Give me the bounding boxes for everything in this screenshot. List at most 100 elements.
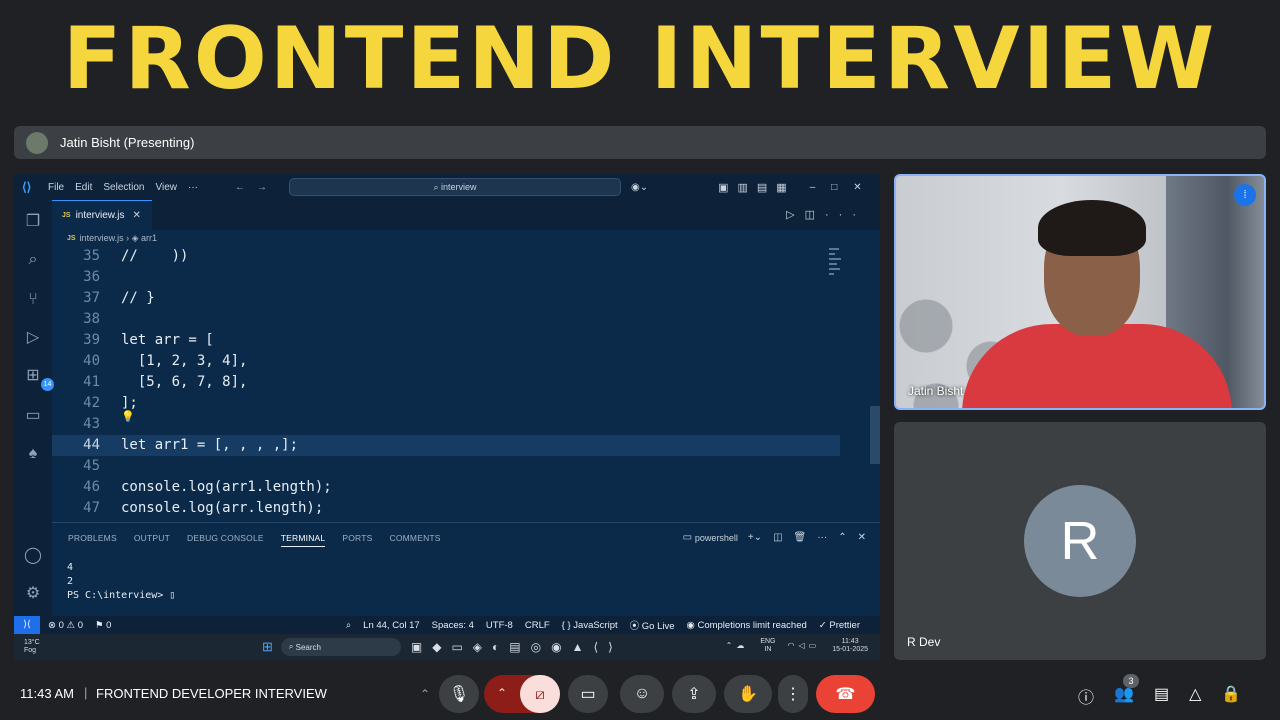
breadcrumb-symbol[interactable]: arr1 — [141, 233, 157, 243]
tab-output[interactable]: OUTPUT — [134, 533, 170, 547]
leaf-icon[interactable]: ♠ — [23, 444, 43, 464]
minimap[interactable] — [829, 248, 843, 308]
explorer-icon[interactable]: ❐ — [23, 212, 43, 232]
menu-edit[interactable]: Edit — [75, 182, 92, 193]
present-button[interactable]: ⇪ — [672, 675, 716, 713]
prettier-status[interactable]: ✓ Prettier — [819, 620, 860, 631]
close-tab-icon[interactable]: ✕ — [132, 210, 140, 221]
tab-interview-js[interactable]: JS interview.js ✕ — [52, 200, 152, 230]
tray-icons[interactable]: ⌃☁ — [726, 642, 749, 650]
lightbulb-icon[interactable]: 💡 — [121, 406, 135, 427]
taskbar-clock[interactable]: 11:43 15-01-2025 — [832, 638, 868, 654]
wifi-volume-battery-icons[interactable]: ◠◁▭ — [787, 642, 820, 650]
activities-icon[interactable]: △ — [1189, 684, 1201, 708]
more-options-button[interactable]: ⋮ — [778, 675, 808, 713]
layout-icons[interactable]: ▣▥▤▦ — [718, 181, 796, 194]
language-indicator[interactable]: ENG IN — [760, 638, 775, 654]
host-controls-icon[interactable]: 🔒 — [1221, 684, 1241, 708]
code-line: 37 // } — [52, 288, 840, 309]
settings-gear-icon[interactable]: ⚙ — [23, 584, 43, 604]
editor-actions[interactable]: ▷◫··· — [786, 208, 866, 221]
captions-button[interactable]: ▭ — [568, 675, 608, 713]
extensions-icon[interactable]: ⊞ 14 — [23, 366, 54, 391]
vscode-titlebar: ⟨⟩ File Edit Selection View ··· ←→ ⌕ int… — [14, 174, 880, 200]
audio-options-chevron-icon[interactable]: ⌃ — [412, 675, 438, 713]
taskbar-app-icons[interactable]: ▣◆▭◈◐▤◎◉▲⟨⟩ — [411, 640, 623, 654]
menu-selection[interactable]: Selection — [103, 182, 144, 193]
meeting-info-icon[interactable]: ⓘ — [1078, 684, 1094, 708]
end-call-button[interactable]: ☎ — [816, 675, 875, 713]
camera-off-button[interactable]: ⧄ — [520, 675, 560, 713]
js-file-icon: JS — [62, 212, 71, 219]
taskbar-search[interactable]: ⌕ Search — [280, 638, 401, 656]
shell-name[interactable]: powershell — [695, 533, 738, 543]
code-line: 43 💡 — [52, 410, 840, 435]
copilot-icon[interactable]: ◉⌄ — [631, 182, 648, 193]
editor-scrollbar[interactable] — [870, 406, 880, 464]
participant-tile-rdev[interactable]: R R Dev — [894, 422, 1266, 660]
tab-terminal[interactable]: TERMINAL — [280, 533, 326, 547]
language-mode[interactable]: { } JavaScript — [562, 620, 618, 631]
breadcrumb-file[interactable]: interview.js — [80, 233, 124, 243]
code-line: 36 — [52, 267, 840, 288]
more-icon[interactable]: ··· — [817, 532, 827, 543]
tab-debug-console[interactable]: DEBUG CONSOLE — [187, 533, 264, 547]
chat-icon[interactable]: ▤ — [1154, 684, 1169, 708]
close-panel-icon[interactable]: ✕ — [858, 532, 866, 543]
terminal-output[interactable]: 4 2 PS C:\interview> ▯ — [67, 561, 175, 603]
code-text: console.log(arr1.length); — [121, 479, 332, 495]
remote-explorer-icon[interactable]: ▭ — [23, 406, 43, 426]
line-number: 44 — [83, 437, 100, 453]
prettier-label: Prettier — [829, 619, 860, 631]
remote-icon[interactable]: ⟩⟨ — [14, 616, 40, 634]
tab-problems[interactable]: PROBLEMS — [68, 533, 117, 547]
people-icon[interactable]: 👥 3 — [1114, 674, 1140, 708]
status-right: ⌕ Ln 44, Col 17 Spaces: 4 UTF-8 CRLF { }… — [346, 616, 872, 634]
nav-arrows-icon[interactable]: ←→ — [235, 182, 279, 193]
speaking-indicator-icon: ⁞ — [1234, 184, 1256, 206]
presenter-name: Jatin Bisht (Presenting) — [60, 135, 195, 150]
tab-comments[interactable]: COMMENTS — [389, 533, 440, 547]
code-editor[interactable]: 35 // )) 36 37 // } 38 39 let arr = [ 40 [1… — [52, 246, 880, 522]
menu-more[interactable]: ··· — [188, 182, 198, 193]
line-number: 36 — [83, 269, 100, 285]
new-terminal-icon[interactable]: +⌄ — [748, 532, 762, 543]
headline-text: FRONTEND INTERVIEW — [62, 9, 1218, 109]
eol[interactable]: CRLF — [525, 620, 550, 631]
menu-view[interactable]: View — [156, 182, 178, 193]
cursor-position[interactable]: Ln 44, Col 17 — [363, 620, 420, 631]
weather-widget[interactable]: 13°C Fog — [24, 639, 72, 655]
window-controls[interactable]: –□✕ — [810, 182, 878, 193]
completions-label: Completions limit reached — [697, 619, 807, 631]
zoom-icon[interactable]: ⌕ — [346, 620, 351, 631]
problems-status[interactable]: ⊗ 0 ⚠ 0 — [48, 620, 83, 631]
split-terminal-icon[interactable]: ◫ — [773, 532, 782, 543]
trash-icon[interactable]: 🗑 — [794, 532, 807, 543]
line-number: 47 — [83, 500, 100, 516]
code-line: 40 [1, 2, 3, 4], — [52, 351, 840, 372]
search-icon[interactable]: ⌕ — [23, 250, 43, 270]
microphone-button[interactable]: 🎙 — [439, 675, 479, 713]
clock-time: 11:43 — [841, 638, 859, 645]
chevron-up-icon[interactable]: ⌃ — [838, 532, 846, 543]
info-status[interactable]: ⚑ 0 — [95, 620, 111, 631]
line-number: 45 — [83, 458, 100, 474]
reactions-button[interactable]: ☺ — [620, 675, 664, 713]
account-icon[interactable]: ◯ — [23, 546, 43, 566]
command-center-search[interactable]: ⌕ interview — [289, 178, 621, 196]
menu-file[interactable]: File — [48, 182, 64, 193]
line-number: 42 — [83, 395, 100, 411]
camera-off-icon: ⧄ — [535, 685, 545, 703]
go-live[interactable]: ⦿ Go Live — [630, 618, 675, 632]
indentation[interactable]: Spaces: 4 — [432, 620, 474, 631]
present-screen-icon: ⇪ — [687, 686, 701, 703]
raise-hand-button[interactable]: ✋ — [724, 675, 772, 713]
participant-tile-jatin[interactable]: ⁞ Jatin Bisht — [894, 174, 1266, 410]
source-control-icon[interactable]: ⑂ — [23, 290, 43, 310]
tab-ports[interactable]: PORTS — [342, 533, 372, 547]
copilot-status[interactable]: ◉ Completions limit reached — [687, 620, 807, 631]
encoding[interactable]: UTF-8 — [486, 620, 513, 631]
windows-start-icon[interactable]: ⊞ — [262, 639, 273, 655]
run-debug-icon[interactable]: ▷ — [23, 328, 43, 348]
video-options-chevron-icon[interactable]: ⌃ — [497, 686, 507, 700]
